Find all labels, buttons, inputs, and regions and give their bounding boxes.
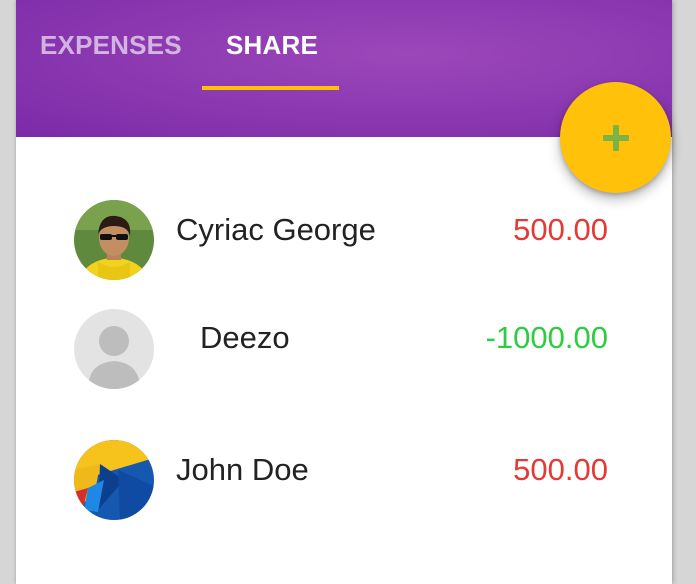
share-amount: -1000.00 [485,320,608,355]
share-amount: 500.00 [513,452,608,487]
list-item[interactable]: John Doe 500.00 [16,426,672,536]
default-person-avatar-icon [74,309,154,389]
list-item[interactable]: Deezo -1000.00 [16,296,672,406]
add-share-button[interactable] [560,82,671,193]
share-name: Cyriac George [176,212,376,247]
share-name: Deezo [200,320,290,355]
blue-yellow-abstract-avatar-icon [74,440,154,520]
avatar [74,440,154,520]
share-name: John Doe [176,452,309,487]
plus-icon [602,124,629,151]
avatar [74,309,154,389]
share-list: Cyriac George 500.00 Deezo -1000.00 John… [16,0,672,584]
list-item[interactable]: Cyriac George 500.00 [16,186,672,296]
share-amount: 500.00 [513,212,608,247]
avatar [74,200,154,280]
share-screen: EXPENSES SHARE Cyriac George 500.00 Deez… [16,0,672,584]
person-photo-avatar-icon [74,200,154,280]
